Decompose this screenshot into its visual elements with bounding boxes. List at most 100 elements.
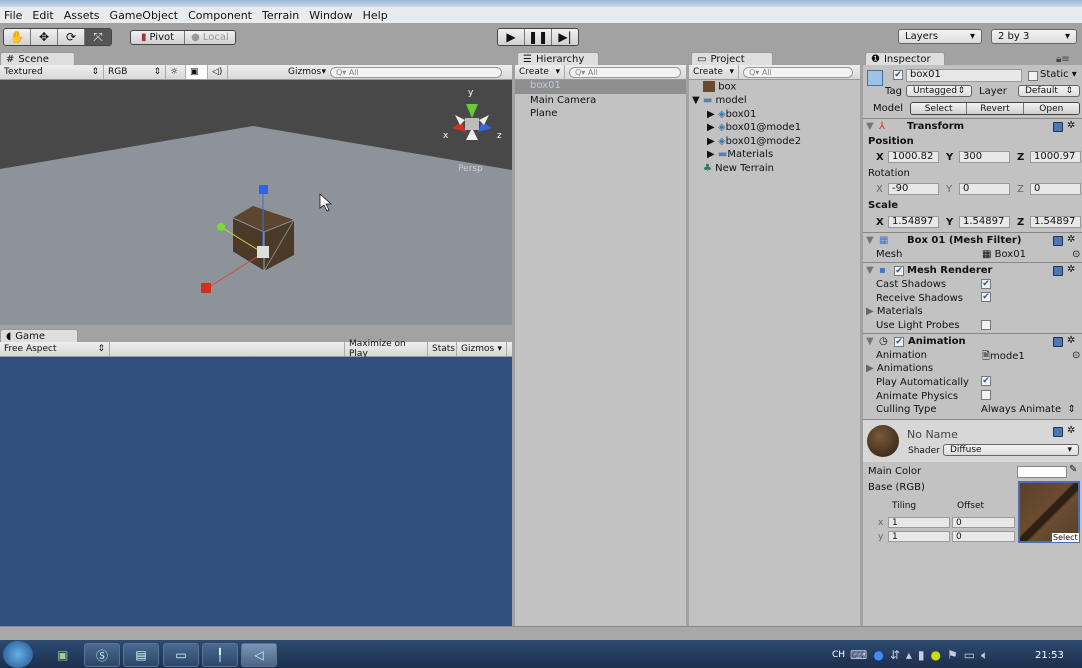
rotate-tool-icon[interactable]: ⟳ xyxy=(58,29,85,45)
tab-inspector[interactable]: ❶ Inspector xyxy=(865,52,945,66)
menu-gameobject[interactable]: GameObject xyxy=(106,9,185,22)
project-item-box01-mode1[interactable]: ▶ ◈box01@mode1 xyxy=(707,122,801,133)
object-picker-icon[interactable]: ⊙ xyxy=(1072,249,1080,260)
aspect-dropdown[interactable]: Free Aspect ⇕ xyxy=(0,342,110,356)
mesh-renderer-foldout[interactable]: ▼ xyxy=(866,265,874,276)
project-item-materials[interactable]: ▶ ▬Materials xyxy=(707,149,773,160)
rotation-y-input[interactable]: 0 xyxy=(959,183,1010,195)
hierarchy-search-input[interactable]: Q▾ All xyxy=(569,66,681,78)
layers-dropdown[interactable]: Layers ▾ xyxy=(898,29,982,44)
scale-tool-icon[interactable]: ⤧ xyxy=(85,29,111,45)
model-revert-button[interactable]: Revert xyxy=(967,103,1024,114)
audio-icon[interactable]: ◁) xyxy=(208,65,228,79)
active-checkbox[interactable]: ✔ xyxy=(893,70,903,80)
animation-foldout[interactable]: ▼ xyxy=(866,336,874,347)
offset-y-input[interactable]: 0 xyxy=(952,531,1015,542)
tab-hierarchy[interactable]: ☰ Hierarchy xyxy=(517,52,599,66)
pause-icon[interactable]: ❚❚ xyxy=(525,29,552,45)
scene-search-input[interactable]: Q▾ All xyxy=(330,66,502,78)
tiling-y-input[interactable]: 1 xyxy=(888,531,950,542)
menu-window[interactable]: Window xyxy=(305,9,358,22)
start-button[interactable] xyxy=(3,641,33,668)
stats-toggle[interactable]: Stats xyxy=(428,342,457,356)
position-z-input[interactable]: 1000.97 xyxy=(1030,151,1081,163)
help-book-icon[interactable] xyxy=(1053,337,1063,347)
animation-clip-field[interactable]: 🗎︎mode1 xyxy=(982,349,1025,366)
hand-tool-icon[interactable]: ✋ xyxy=(4,29,31,45)
pivot-button[interactable]: ▮ Pivot xyxy=(131,31,185,44)
model-open-button[interactable]: Open xyxy=(1023,103,1079,114)
lighting-icon[interactable]: ☼ xyxy=(166,65,186,79)
project-item-box01[interactable]: ▶ ◈box01 xyxy=(707,109,756,120)
menu-terrain[interactable]: Terrain xyxy=(258,9,305,22)
gear-icon[interactable]: ✲ xyxy=(1067,234,1075,245)
menu-help[interactable]: Help xyxy=(359,9,394,22)
tab-scene[interactable]: # Scene xyxy=(0,52,75,66)
scale-x-input[interactable]: 1.54897 xyxy=(888,216,939,228)
main-color-swatch[interactable] xyxy=(1017,466,1067,478)
menu-file[interactable]: File xyxy=(0,9,28,22)
taskbar-app-explorer[interactable]: ▭ xyxy=(163,643,199,667)
object-picker-icon[interactable]: ⊙ xyxy=(1072,350,1080,361)
layer-dropdown[interactable]: Default ⇕ xyxy=(1018,85,1080,97)
tab-project[interactable]: ▭ Project xyxy=(691,52,773,66)
move-tool-icon[interactable]: ✥ xyxy=(31,29,58,45)
animations-foldout[interactable]: ▶ Animations xyxy=(866,363,933,374)
gear-icon[interactable]: ✲ xyxy=(1067,120,1075,131)
taskbar-app-3dsmax[interactable]: Ⓢ xyxy=(84,643,120,667)
project-item-model[interactable]: ▼ ▬ model xyxy=(692,95,747,106)
hierarchy-create-button[interactable]: Create ▾ xyxy=(515,65,565,79)
project-item-new-terrain[interactable]: ♣ New Terrain xyxy=(703,163,774,174)
step-icon[interactable]: ▶| xyxy=(552,29,578,45)
hierarchy-item-box01[interactable]: box01 xyxy=(515,80,686,94)
mesh-filter-foldout[interactable]: ▼ xyxy=(866,235,874,246)
y-axis-cap[interactable] xyxy=(259,185,268,194)
project-item-box[interactable]: box xyxy=(703,81,736,93)
perspective-label[interactable]: Persp xyxy=(458,164,483,174)
gear-icon[interactable]: ✲ xyxy=(1067,335,1075,346)
hierarchy-item-plane[interactable]: Plane xyxy=(530,108,557,119)
play-automatically-checkbox[interactable]: ✔ xyxy=(981,376,991,386)
tiling-x-input[interactable]: 1 xyxy=(888,517,950,528)
culling-type-dropdown[interactable]: Always Animate ⇕ xyxy=(981,404,1076,415)
mesh-renderer-enabled-checkbox[interactable]: ✔ xyxy=(894,266,904,276)
z-axis-cap[interactable] xyxy=(217,223,225,231)
model-select-button[interactable]: Select xyxy=(911,103,968,114)
game-viewport[interactable] xyxy=(0,357,512,626)
position-y-input[interactable]: 300 xyxy=(959,151,1010,163)
help-book-icon[interactable] xyxy=(1053,266,1063,276)
project-create-button[interactable]: Create ▾ xyxy=(689,65,739,79)
eyedropper-icon[interactable]: ✎ xyxy=(1069,464,1077,475)
clock[interactable]: 21:53 xyxy=(1035,650,1064,661)
scale-z-input[interactable]: 1.54897 xyxy=(1030,216,1081,228)
channel-dropdown[interactable]: RGB ⇕ xyxy=(104,65,166,79)
help-book-icon[interactable] xyxy=(1053,236,1063,246)
taskbar-app-notes[interactable]: ▤ xyxy=(123,643,159,667)
tag-dropdown[interactable]: Untagged ⇕ xyxy=(906,85,972,97)
receive-shadows-checkbox[interactable]: ✔ xyxy=(981,292,991,302)
gizmos-dropdown[interactable]: Gizmos ▾ xyxy=(284,65,330,79)
ime-indicator[interactable]: CH xyxy=(832,650,845,660)
hierarchy-item-main-camera[interactable]: Main Camera xyxy=(530,95,596,106)
mesh-field[interactable]: ▦ Box01 xyxy=(982,249,1026,260)
menu-component[interactable]: Component xyxy=(184,9,258,22)
taskbar-app-unity[interactable]: ◁ xyxy=(241,643,277,667)
animation-enabled-checkbox[interactable]: ✔ xyxy=(894,337,904,347)
menu-assets[interactable]: Assets xyxy=(60,9,106,22)
layout-dropdown[interactable]: 2 by 3 ▾ xyxy=(991,29,1077,44)
texture-select-button[interactable]: Select xyxy=(1052,533,1079,542)
offset-x-input[interactable]: 0 xyxy=(952,517,1015,528)
scale-y-input[interactable]: 1.54897 xyxy=(959,216,1010,228)
lock-icon[interactable]: 🔒︎≡ xyxy=(1056,54,1070,65)
local-button[interactable]: ● Local xyxy=(185,31,235,44)
help-book-icon[interactable] xyxy=(1053,122,1063,132)
x-axis-cap[interactable] xyxy=(201,283,211,293)
light-probes-checkbox[interactable] xyxy=(981,320,991,330)
image-effects-icon[interactable]: ▣ xyxy=(186,65,208,79)
materials-foldout[interactable]: ▶ Materials xyxy=(866,306,923,317)
project-item-box01-mode2[interactable]: ▶ ◈box01@mode2 xyxy=(707,136,801,147)
menu-edit[interactable]: Edit xyxy=(28,9,59,22)
static-checkbox[interactable] xyxy=(1028,71,1038,81)
desktop-icon[interactable]: ▣ xyxy=(57,648,68,662)
position-x-input[interactable]: 1000.82 xyxy=(888,151,939,163)
